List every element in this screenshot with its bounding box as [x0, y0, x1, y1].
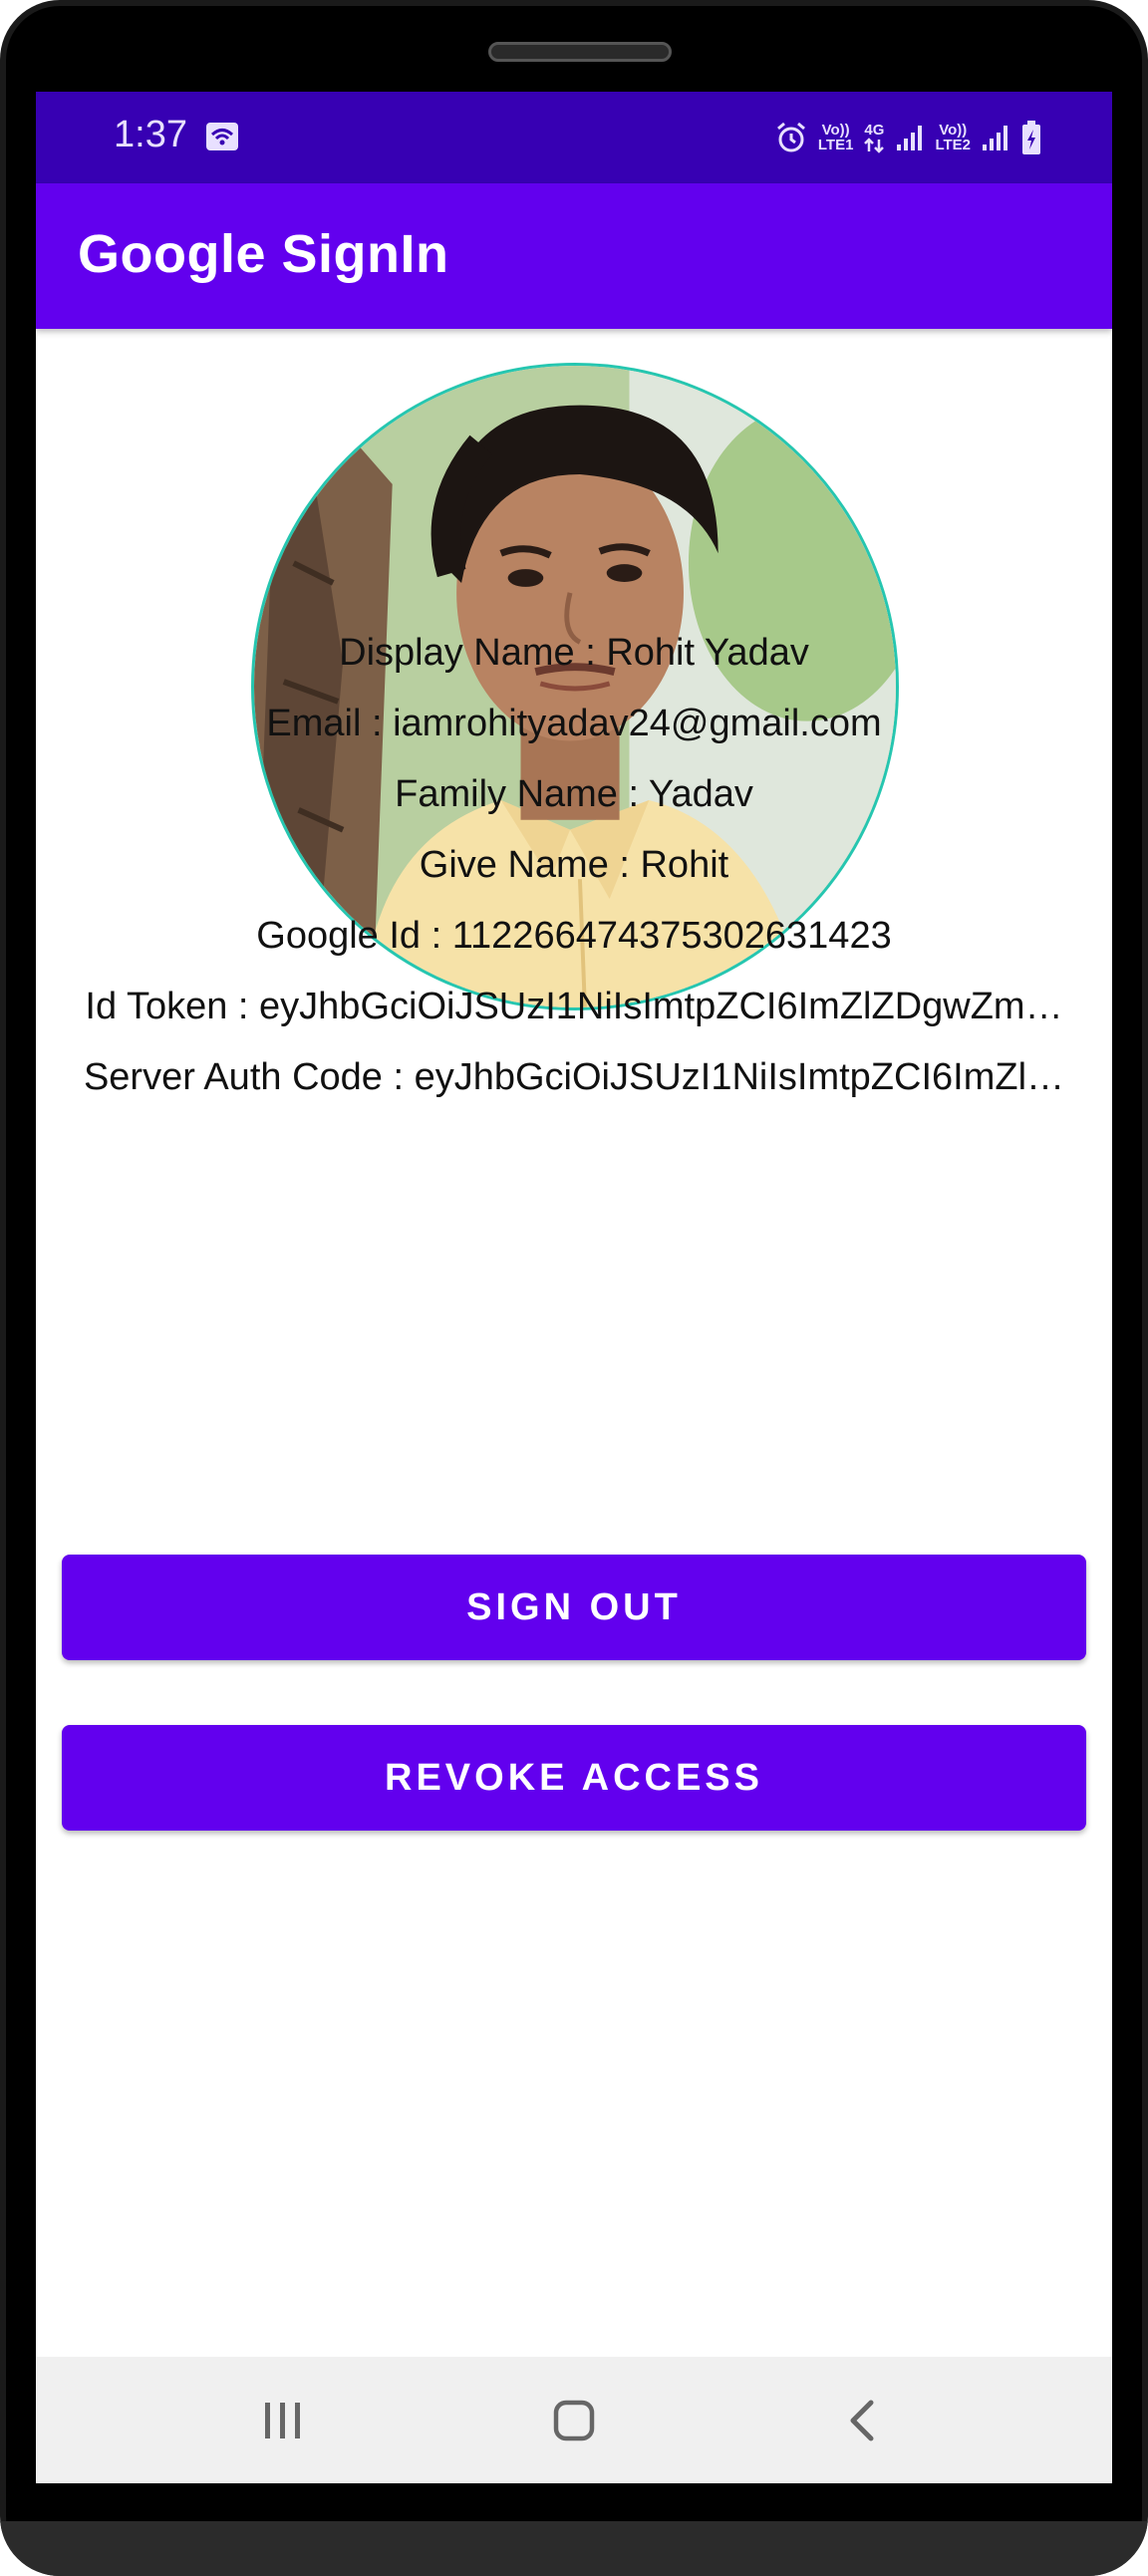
- profile-photo: [254, 366, 896, 1007]
- 4g-label: 4G: [864, 121, 885, 139]
- id-token-text: Id Token : eyJhbGciOiJSUzI1NiIsImtpZCI6I…: [85, 986, 1063, 1027]
- recent-apps-icon[interactable]: [253, 2391, 313, 2450]
- lte1-label: LTE1: [817, 137, 854, 153]
- google-id-text: Google Id : 112266474375302631423: [256, 915, 892, 957]
- volte-lte1-icon: Vo)) LTE1: [818, 123, 854, 152]
- device-bottom-edge: [0, 2521, 1148, 2576]
- signal-icon: [895, 123, 925, 152]
- signal-icon: [981, 123, 1010, 152]
- volte-top-label: Vo)): [939, 122, 968, 139]
- volte-lte2-icon: Vo)) LTE2: [935, 123, 971, 152]
- revoke-access-button[interactable]: REVOKE ACCESS: [62, 1725, 1086, 1831]
- status-time: 1:37: [114, 114, 187, 155]
- family-name-text: Family Name : Yadav: [395, 773, 753, 815]
- 4g-icon: 4G: [863, 123, 885, 153]
- volte-top-label: Vo)): [821, 122, 850, 139]
- speaker-grille: [488, 42, 672, 62]
- sign-out-button[interactable]: SIGN OUT: [62, 1555, 1086, 1660]
- battery-charging-icon: [1020, 120, 1042, 155]
- given-name-text: Give Name : Rohit: [419, 844, 729, 886]
- server-auth-code-text: Server Auth Code : eyJhbGciOiJSUzI1NiIsI…: [83, 1056, 1065, 1098]
- status-icons: Vo)) LTE1 4G Vo)) LTE2: [774, 114, 1042, 161]
- status-bar: 1:37 Vo)) LTE1 4G Vo)) LTE2: [36, 92, 1112, 183]
- app-title: Google SignIn: [78, 224, 449, 284]
- lte2-label: LTE2: [935, 137, 971, 153]
- wifi-calling-icon: [205, 122, 239, 151]
- back-icon[interactable]: [833, 2391, 893, 2450]
- device-frame: 1:37 Vo)) LTE1 4G Vo)) LTE2 Google SignI…: [0, 0, 1148, 2576]
- phone-screen: 1:37 Vo)) LTE1 4G Vo)) LTE2 Google SignI…: [36, 92, 1112, 2483]
- alarm-icon: [774, 121, 808, 154]
- display-name-text: Display Name : Rohit Yadav: [339, 632, 809, 674]
- app-bar: Google SignIn: [36, 183, 1112, 329]
- profile-avatar: [251, 363, 899, 1010]
- navigation-bar: [36, 2357, 1112, 2483]
- email-text: Email : iamrohityadav24@gmail.com: [266, 703, 882, 744]
- home-icon[interactable]: [544, 2391, 604, 2450]
